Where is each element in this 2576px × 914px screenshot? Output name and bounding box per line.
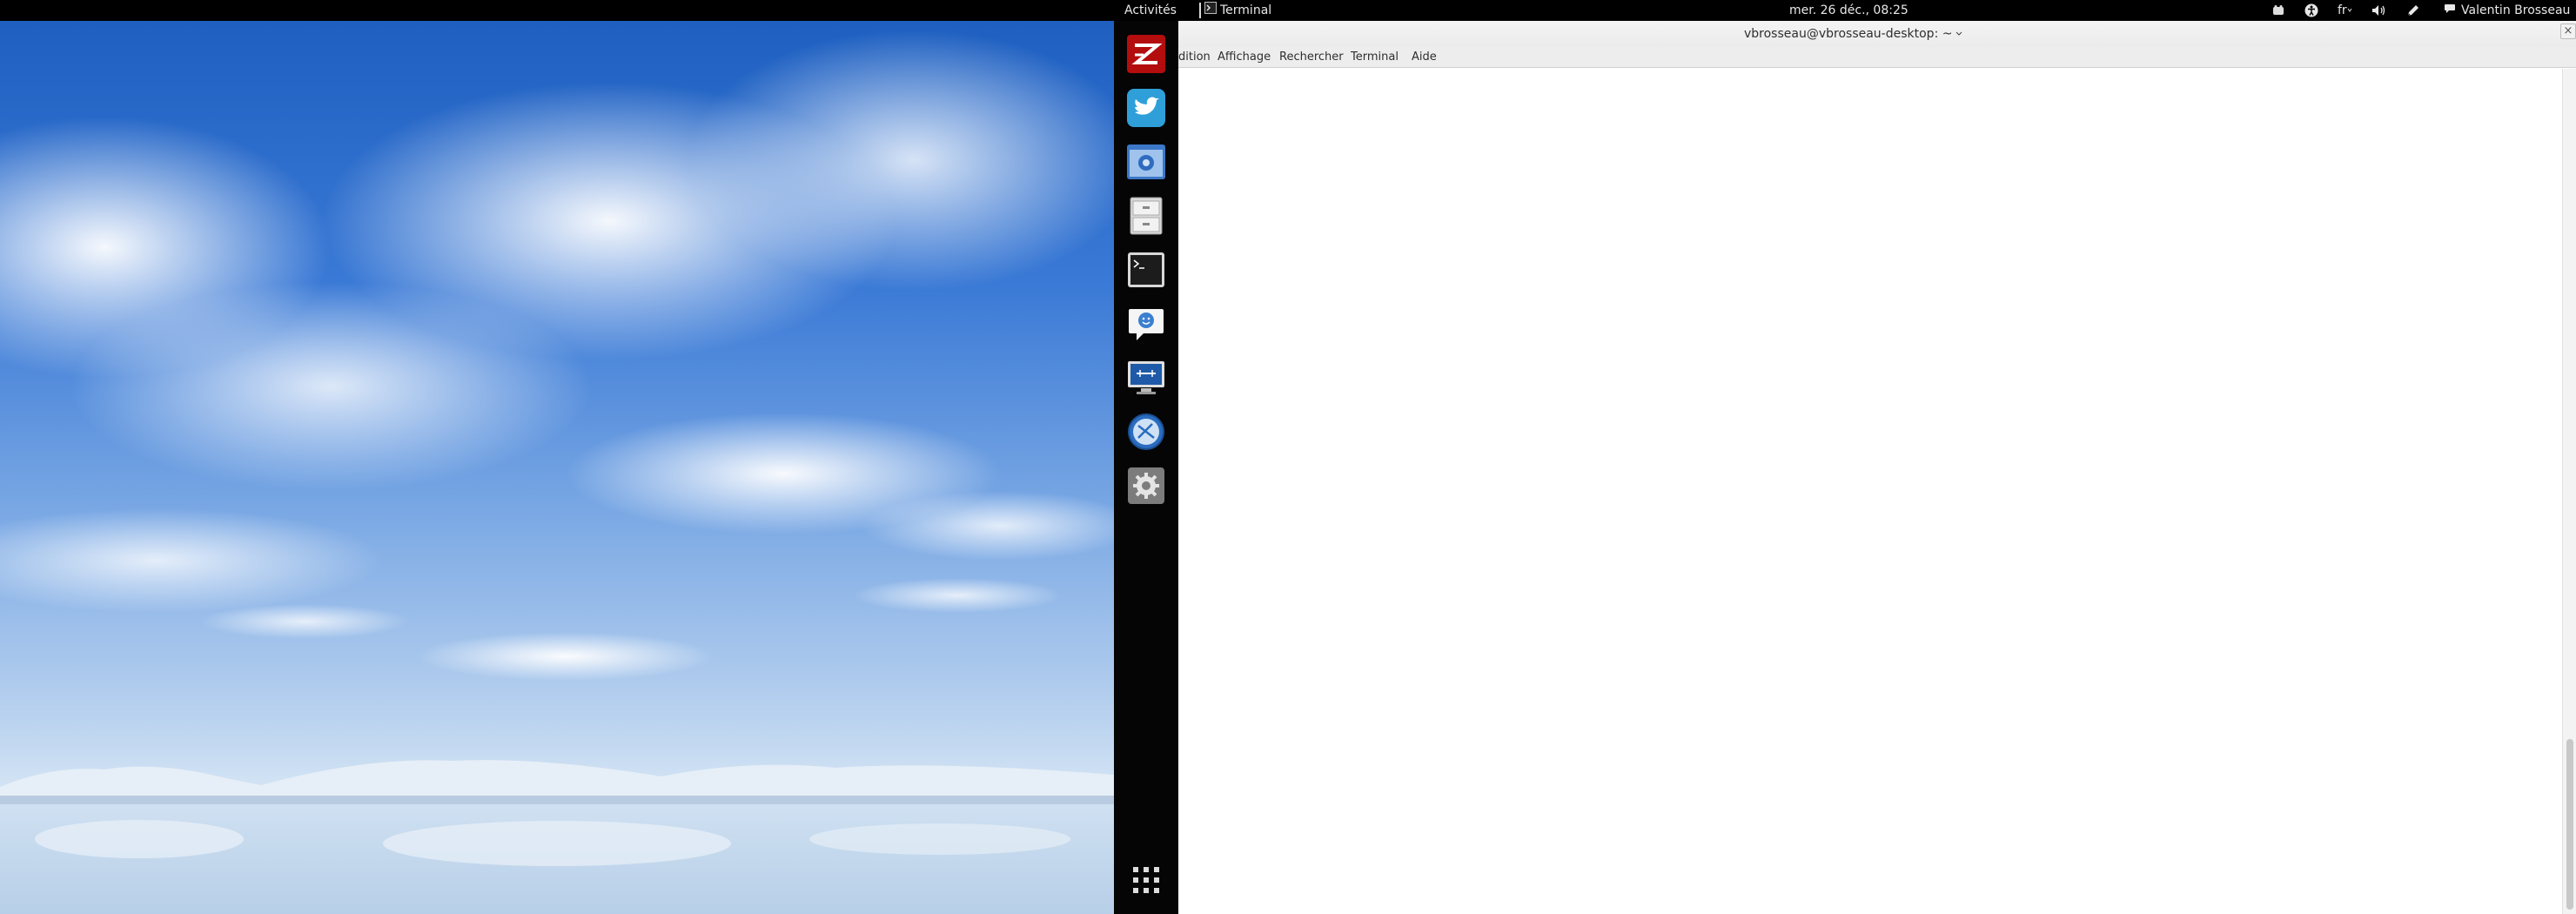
status-area: fr [2271,0,2439,21]
browser-icon[interactable] [1125,141,1167,183]
wallpaper-clouds-image [0,30,1114,914]
clock[interactable]: mer. 26 déc., 08:25 [1789,0,1909,21]
monitor-icon[interactable] [1125,357,1167,399]
top-bar: Activités Terminal mer. 26 déc., 08:25 f… [0,0,2576,21]
app-menu-separator [1199,3,1201,18]
sound-indicator-icon[interactable] [2271,4,2285,17]
twitter-icon[interactable] [1125,87,1167,129]
filezilla-icon[interactable] [1125,33,1167,75]
menu-rechercher[interactable]: Rechercher [1279,47,1344,68]
menu-terminal[interactable]: Terminal [1351,47,1399,68]
title-dropdown-icon [1956,31,1962,36]
window-title-text: vbrosseau@vbrosseau-desktop: ~ [1744,27,1953,41]
keyboard-layout-label: fr [2338,3,2347,17]
network-globe-icon[interactable] [1125,411,1167,453]
chat-icon[interactable] [1125,303,1167,345]
window-titlebar[interactable]: vbrosseau@vbrosseau-desktop: ~ × [1178,21,2576,47]
accessibility-icon[interactable] [2304,3,2318,17]
menu-affichage[interactable]: Affichage [1218,47,1271,68]
app-menu-button[interactable]: Terminal [1204,0,1271,21]
menu-edition[interactable]: dition [1178,47,1211,68]
dash-launcher [1114,21,1178,914]
terminal-icon[interactable] [1125,249,1167,291]
activities-button[interactable]: Activités [1124,0,1177,21]
app-grid-icon[interactable] [1131,865,1161,895]
terminal-output-area[interactable] [1178,69,2562,914]
scrollbar[interactable] [2562,69,2576,914]
window-title: vbrosseau@vbrosseau-desktop: ~ [1744,21,1962,47]
volume-icon[interactable] [2371,4,2387,17]
settings-gear-icon[interactable] [1125,465,1167,507]
terminal-window: vbrosseau@vbrosseau-desktop: ~ × dition … [1178,21,2576,914]
file-cabinet-icon[interactable] [1125,195,1167,237]
chat-status-icon [2444,0,2456,21]
pen-icon[interactable] [2406,3,2420,17]
desktop-wallpaper [0,21,1114,914]
terminal-app-icon [1204,0,1217,21]
user-menu[interactable]: Valentin Brosseau [2444,0,2570,21]
app-menu-label: Terminal [1220,3,1272,17]
user-name: Valentin Brosseau [2461,3,2571,17]
menu-bar: dition Affichage Rechercher Terminal Aid… [1178,47,2576,68]
scrollbar-thumb[interactable] [2566,739,2573,910]
close-button[interactable]: × [2560,24,2576,39]
keyboard-layout-indicator[interactable]: fr [2338,0,2352,21]
menu-aide[interactable]: Aide [1412,47,1437,68]
